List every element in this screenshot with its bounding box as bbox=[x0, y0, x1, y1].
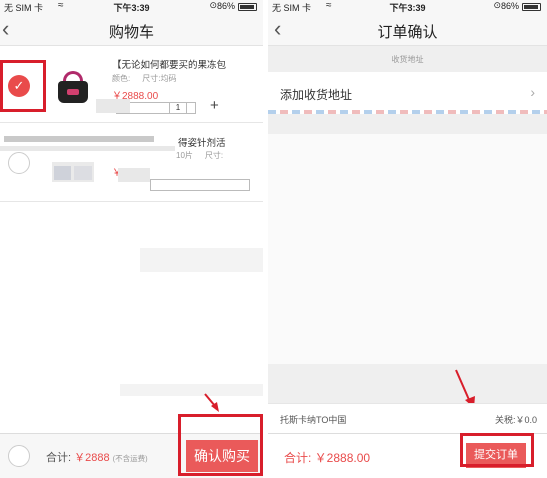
battery-icon bbox=[238, 3, 257, 11]
blur-patch bbox=[118, 168, 150, 182]
image-shape bbox=[74, 166, 92, 180]
product-name[interactable]: 【无论如何都要买的果冻包 bbox=[112, 57, 260, 71]
rotation-lock-icon: ⊙ bbox=[209, 0, 217, 10]
product-spec: 10片 尺寸: bbox=[176, 150, 223, 161]
product-image[interactable] bbox=[52, 162, 94, 182]
image-shape bbox=[54, 166, 71, 180]
item-checkbox[interactable] bbox=[8, 152, 30, 174]
rotation-lock-icon: ⊙ bbox=[493, 0, 501, 10]
duty-value: 关税:￥0.0 bbox=[494, 415, 537, 425]
cart-screen: 无 SIM 卡 ≈ 下午3:39 ⊙ 86% ‹ 购物车 ✓ 【无论如何都要买的… bbox=[0, 0, 263, 478]
chevron-right-icon: › bbox=[530, 84, 535, 100]
spec-size: 尺寸: bbox=[204, 151, 224, 160]
bag-strap-shape bbox=[67, 89, 79, 95]
spec-size: 尺寸:均码 bbox=[142, 74, 177, 83]
blur-patch bbox=[4, 136, 154, 142]
plus-icon[interactable]: + bbox=[210, 97, 219, 114]
blur-patch bbox=[0, 146, 175, 151]
page-title: 订单确认 bbox=[377, 24, 438, 41]
order-screen: 无 SIM 卡 ≈ 下午3:39 ⊙ 86% ‹ 订单确认 收货地址 添加收货地… bbox=[268, 0, 547, 478]
quantity-stepper[interactable] bbox=[150, 179, 250, 191]
page-title: 购物车 bbox=[108, 24, 154, 41]
highlight-box bbox=[0, 60, 46, 112]
annotation-arrow-icon bbox=[204, 393, 219, 412]
status-bar: 无 SIM 卡 ≈ 下午3:39 ⊙ 86% bbox=[0, 0, 263, 14]
shipping-row: 托斯卡纳TO中国 关税:￥0.0 bbox=[268, 403, 547, 433]
annotation-arrow-icon bbox=[455, 369, 475, 408]
cart-item: 得姿针剂活 10片尺寸: ￥75.00 bbox=[0, 124, 263, 202]
quantity-value[interactable]: 1 bbox=[169, 103, 187, 113]
battery-percent: 86% bbox=[500, 1, 519, 11]
add-address-row[interactable]: 添加收货地址 › bbox=[268, 72, 547, 114]
blur-patch bbox=[96, 99, 130, 113]
blur-patch bbox=[140, 248, 263, 272]
status-bar: 无 SIM 卡 ≈ 下午3:39 ⊙ 86% bbox=[268, 0, 547, 14]
product-image[interactable] bbox=[52, 69, 94, 107]
total-label: 合计: bbox=[46, 452, 72, 464]
blur-patch bbox=[120, 384, 263, 396]
total-amount: ￥2888 bbox=[74, 452, 110, 464]
spec-color: 颜色: bbox=[112, 74, 131, 83]
section-header: 收货地址 bbox=[391, 55, 424, 64]
highlight-box bbox=[460, 433, 534, 467]
address-stripe bbox=[268, 110, 547, 114]
nav-bar: ‹ 订单确认 bbox=[268, 14, 547, 46]
battery-icon bbox=[522, 3, 541, 11]
highlight-box bbox=[178, 414, 263, 476]
order-total: 合计: ￥2888.00 bbox=[284, 451, 371, 465]
nav-bar: ‹ 购物车 bbox=[0, 14, 263, 46]
battery-percent: 86% bbox=[216, 1, 235, 11]
ship-route: 托斯卡纳TO中国 bbox=[280, 415, 347, 425]
product-name[interactable]: 得姿针剂活 bbox=[178, 135, 260, 149]
spec-color: 10片 bbox=[176, 151, 193, 160]
add-address-label: 添加收货地址 bbox=[280, 88, 353, 102]
product-spec: 颜色: 尺寸:均码 bbox=[112, 73, 176, 84]
order-items-area bbox=[268, 134, 547, 364]
select-all-checkbox[interactable] bbox=[8, 445, 30, 467]
cart-total: 合计: ￥2888 (不含运费) bbox=[46, 449, 148, 465]
total-note: (不含运费) bbox=[112, 454, 148, 463]
